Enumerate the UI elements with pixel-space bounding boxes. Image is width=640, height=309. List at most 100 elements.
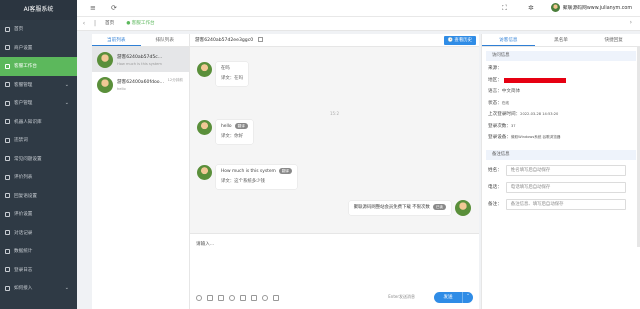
info-label: 地区： <box>488 77 502 83</box>
note-label: 备注： <box>488 202 502 207</box>
send-button[interactable]: 发送 <box>434 292 462 303</box>
chevron-left-icon[interactable]: ‹ <box>77 20 91 27</box>
sidebar-item[interactable]: 对话记录 <box>0 224 77 243</box>
record-icon <box>5 230 10 236</box>
emoji-icon[interactable] <box>196 295 202 301</box>
card-icon[interactable] <box>240 295 246 301</box>
avatar <box>550 3 560 12</box>
sidebar-item[interactable]: 客户管理 ⌄ <box>0 94 77 113</box>
user-name: 聚联源码网www.julianym.com <box>562 6 632 11</box>
message-list: 在吗 译文：在吗 15:2 hello 翻译 译文：你好 How much is … <box>190 47 479 233</box>
conversation-snippet: hello <box>117 86 126 91</box>
quick-reply-icon[interactable] <box>273 295 279 301</box>
tab-workbench[interactable]: ● 客服工作台 <box>120 17 160 31</box>
folder-icon[interactable] <box>218 295 224 301</box>
history-icon[interactable] <box>262 295 268 301</box>
info-value: 2022-03-28 14:53:20 <box>520 112 559 116</box>
sidebar-item[interactable]: 登录日志 <box>0 261 77 280</box>
sidebar: AI客服系统 首页 商户设置 客服工作台 客服管理 ⌄ 客户管理 ⌄ 机器人知识库 违禁词 常见问… <box>0 0 77 309</box>
sidebar-item[interactable]: 数据统计 <box>0 242 77 261</box>
message-bubble: How much is this system 翻译 译文：这个系统多少钱 <box>216 165 297 189</box>
note-field: 电话： 电话填写后自动保存 <box>482 179 640 196</box>
conversation-time: 12分钟前 <box>167 78 183 82</box>
note-input[interactable]: 姓名填写后自动保存 <box>505 164 626 176</box>
message: How much is this system 翻译 译文：这个系统多少钱 <box>197 165 297 189</box>
sidebar-item[interactable]: 客服工作台 <box>0 57 77 76</box>
tab-visitor[interactable]: 访客信息 <box>482 34 535 46</box>
robot-icon <box>5 119 10 125</box>
sidebar-item[interactable]: 首页 <box>0 20 77 39</box>
sidebar-item[interactable]: 客服管理 ⌄ <box>0 76 77 95</box>
send-button-group: 发送 ˄ <box>434 292 473 303</box>
desk-icon <box>5 63 10 69</box>
image-icon[interactable] <box>207 295 213 301</box>
info-row: 来源： <box>482 63 640 75</box>
section-access-info: 访问信息 <box>486 51 636 61</box>
tab-conversation[interactable]: 当前列表 <box>92 34 141 46</box>
sidebar-item[interactable]: 如何接入 ⌄ <box>0 279 77 298</box>
avatar <box>197 165 212 180</box>
message-translation: 译文：你好 <box>221 134 243 140</box>
conversation-item[interactable]: 游客6240ab57d5c... How much is this system <box>92 47 189 72</box>
sidebar-item[interactable]: 常见问题设置 <box>0 150 77 169</box>
message-input[interactable]: 请输入... <box>196 241 214 247</box>
reply-icon <box>5 193 10 199</box>
tab-conversation[interactable]: 排队列表 <box>141 34 190 46</box>
tab-home[interactable]: 首页 <box>99 17 120 31</box>
sidebar-item[interactable]: 回复语设置 <box>0 187 77 206</box>
sidebar-item[interactable]: 评价列表 <box>0 168 77 187</box>
avatar <box>197 120 212 135</box>
translate-tag[interactable]: 翻译 <box>278 168 292 175</box>
chevron-down-icon: ⌄ <box>64 100 69 107</box>
stats-icon <box>5 248 10 254</box>
sidebar-item[interactable]: 评价设置 <box>0 205 77 224</box>
message-bubble: 在吗 译文：在吗 <box>216 62 248 86</box>
video-icon[interactable] <box>229 295 235 301</box>
conversation-item[interactable]: 游客62400a60fdoo... hello 12分钟前 <box>92 72 189 97</box>
sidebar-item-label: 对话记录 <box>14 230 33 236</box>
info-label: 状态： <box>488 100 502 106</box>
message-input-area[interactable]: 请输入... Enter发送消息 发送 ˄ <box>190 233 479 309</box>
fullscreen-icon[interactable]: ⛶ <box>502 4 507 13</box>
info-label: 语言： <box>488 89 502 94</box>
sidebar-item-label: 违禁词 <box>14 138 28 144</box>
info-row: 语言： 中文简体 <box>482 86 640 98</box>
info-label: 来源： <box>488 66 502 71</box>
settings-icon[interactable]: ✲ <box>528 4 534 12</box>
sidebar-item[interactable]: 商户设置 <box>0 39 77 58</box>
sidebar-item[interactable]: 机器人知识库 <box>0 113 77 132</box>
star-icon <box>5 211 10 217</box>
sidebar-item-label: 商户设置 <box>14 45 33 51</box>
info-value: 在线 <box>501 100 509 105</box>
note-input[interactable]: 电话填写后自动保存 <box>505 181 626 193</box>
translate-tag[interactable]: 翻译 <box>234 123 248 130</box>
info-label: 上次登录时间： <box>488 112 521 117</box>
breadcrumb: ‹ | 首页 ● 客服工作台 › <box>77 17 640 31</box>
menu-icon[interactable]: ≡ <box>90 4 96 12</box>
user-menu[interactable]: 聚联源码网www.julianym.com <box>550 3 632 12</box>
avatar <box>455 200 471 216</box>
sidebar-item-label: 登录日志 <box>14 267 33 273</box>
message: 在吗 译文：在吗 <box>197 62 248 86</box>
input-toolbar <box>196 295 279 301</box>
chevron-right-icon[interactable]: › <box>630 19 632 26</box>
sidebar-item-label: 机器人知识库 <box>14 119 42 125</box>
sidebar-item[interactable]: 违禁词 <box>0 131 77 150</box>
send-options-chevron-icon[interactable]: ˄ <box>462 292 473 303</box>
note-label: 姓名： <box>488 168 502 173</box>
message-bubble: hello 翻译 译文：你好 <box>216 120 253 144</box>
home-icon <box>5 26 10 32</box>
sidebar-item-label: 评价设置 <box>14 212 33 218</box>
chat-visitor-name: 游客6240ab57d2ee3ggc0 <box>195 38 254 43</box>
tab-visitor[interactable]: 黑名单 <box>535 34 588 46</box>
note-input[interactable]: 备注信息、填写后自动保存 <box>505 198 626 210</box>
link-icon <box>5 285 10 291</box>
edit-icon[interactable] <box>257 36 263 42</box>
send-hint: Enter发送消息 <box>388 294 415 299</box>
info-value: 微软Windows系统 谷歌浏览器 <box>510 135 561 139</box>
history-button[interactable]: 🕒 查看历史 <box>443 36 476 45</box>
refresh-icon[interactable]: ⟳ <box>111 4 117 12</box>
tab-visitor[interactable]: 快捷回复 <box>587 34 640 46</box>
transfer-icon[interactable] <box>251 295 257 301</box>
message-translation: 译文：这个系统多少钱 <box>221 179 265 185</box>
